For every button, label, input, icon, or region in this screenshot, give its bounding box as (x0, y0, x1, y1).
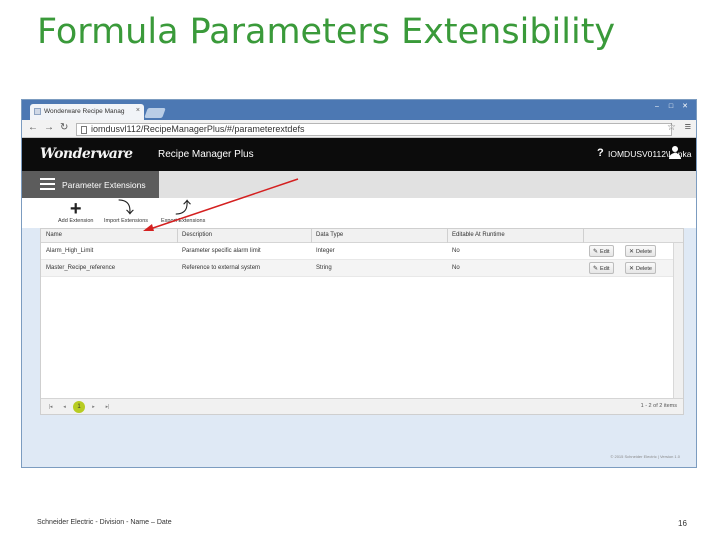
toolbar: + Add Extension ⤵ Import Extensions ⤴ Ex… (22, 198, 696, 228)
close-icon: ✕ (629, 249, 635, 255)
cell-description: Parameter specific alarm limit (182, 248, 261, 254)
url-input[interactable]: iomdusvl112/RecipeManagerPlus/#/paramete… (76, 123, 672, 136)
delete-label: Delete (636, 266, 652, 272)
slide-title: Formula Parameters Extensibility (37, 12, 616, 52)
column-header-data-type[interactable]: Data Type (316, 232, 343, 238)
browser-window: Wonderware Recipe Manag × – □ ✕ ← → ↻ io… (21, 99, 697, 468)
tab-close-icon[interactable]: × (136, 107, 140, 114)
copyright-text: © 2015 Schneider Electric | Version 1.0 (610, 454, 680, 459)
app-title: Recipe Manager Plus (158, 149, 254, 160)
pencil-icon: ✎ (593, 266, 599, 272)
column-header-editable[interactable]: Editable At Runtime (452, 232, 505, 238)
delete-button[interactable]: ✕ Delete (625, 262, 656, 274)
user-icon[interactable] (669, 146, 681, 160)
next-page-icon[interactable]: ▸ (89, 403, 98, 412)
window-controls: – □ ✕ (652, 102, 690, 112)
cell-name: Master_Recipe_reference (46, 265, 116, 271)
export-extensions-button[interactable]: ⤴ Export Extensions (161, 200, 205, 224)
add-extension-button[interactable]: + Add Extension (58, 198, 94, 224)
table-row[interactable]: Alarm_High_Limit Parameter specific alar… (41, 243, 673, 260)
url-text: iomdusvl112/RecipeManagerPlus/#/paramete… (91, 124, 305, 134)
new-tab-button[interactable] (144, 108, 166, 118)
maximize-button[interactable]: □ (666, 102, 676, 112)
current-page-button[interactable]: 1 (73, 401, 85, 413)
menu-icon[interactable]: ≡ (685, 121, 691, 133)
reload-icon[interactable]: ↻ (60, 122, 68, 133)
section-tab-parameter-extensions[interactable]: Parameter Extensions (22, 171, 159, 198)
pager-info: 1 - 2 of 2 items (640, 403, 677, 409)
grid-header: Name Description Data Type Editable At R… (41, 229, 683, 243)
pencil-icon: ✎ (593, 249, 599, 255)
import-extensions-label: Import Extensions (104, 218, 149, 224)
page-favicon-icon (34, 108, 41, 115)
import-icon: ⤵ (118, 200, 135, 217)
export-extensions-label: Export Extensions (161, 218, 206, 224)
section-label: Parameter Extensions (62, 180, 146, 190)
hamburger-menu-icon[interactable] (40, 178, 55, 190)
first-page-icon[interactable]: |◂ (46, 403, 55, 412)
previous-page-icon[interactable]: ◂ (60, 403, 69, 412)
cell-data-type: Integer (316, 248, 335, 254)
edit-button[interactable]: ✎ Edit (589, 262, 614, 274)
wonderware-logo: Wonderware (40, 146, 133, 162)
tab-title: Wonderware Recipe Manag (44, 108, 125, 115)
edit-button[interactable]: ✎ Edit (589, 245, 614, 257)
close-window-button[interactable]: ✕ (680, 102, 690, 112)
app-header: Wonderware Recipe Manager Plus ? IOMDUSV… (22, 138, 696, 171)
cell-editable: No (452, 265, 460, 271)
address-bar: ← → ↻ iomdusvl112/RecipeManagerPlus/#/pa… (22, 120, 696, 138)
cell-data-type: String (316, 265, 332, 271)
pager: |◂ ◂ 1 ▸ ▸| 1 - 2 of 2 items (41, 398, 683, 414)
help-icon[interactable]: ? (597, 147, 604, 159)
edit-label: Edit (600, 249, 610, 255)
close-icon: ✕ (629, 266, 635, 272)
page-number: 16 (678, 519, 687, 528)
last-page-icon[interactable]: ▸| (103, 403, 112, 412)
cell-editable: No (452, 248, 460, 254)
column-divider (583, 229, 584, 243)
browser-tab-bar: Wonderware Recipe Manag × – □ ✕ (22, 100, 696, 120)
arrow-left-icon[interactable]: ← (28, 122, 38, 133)
column-divider (447, 229, 448, 243)
slide-footer: Schneider Electric - Division - Name – D… (37, 519, 172, 526)
column-header-name[interactable]: Name (46, 232, 62, 238)
column-divider (311, 229, 312, 243)
cell-description: Reference to external system (182, 265, 261, 271)
delete-label: Delete (636, 249, 652, 255)
section-header: Parameter Extensions (22, 171, 696, 198)
extensions-grid: Name Description Data Type Editable At R… (40, 228, 684, 415)
arrow-right-icon[interactable]: → (44, 122, 54, 133)
page-icon (81, 126, 87, 134)
table-row[interactable]: Master_Recipe_reference Reference to ext… (41, 260, 673, 277)
star-icon[interactable]: ☆ (667, 122, 676, 133)
edit-label: Edit (600, 266, 610, 272)
vertical-scrollbar[interactable] (673, 243, 683, 400)
add-extension-label: Add Extension (58, 218, 94, 224)
export-icon: ⤴ (175, 200, 192, 217)
cell-name: Alarm_High_Limit (46, 248, 94, 254)
column-header-description[interactable]: Description (182, 232, 212, 238)
plus-icon: + (69, 198, 82, 220)
delete-button[interactable]: ✕ Delete (625, 245, 656, 257)
minimize-button[interactable]: – (652, 102, 662, 112)
import-extensions-button[interactable]: ⤵ Import Extensions (104, 200, 148, 224)
column-divider (177, 229, 178, 243)
browser-tab[interactable]: Wonderware Recipe Manag × (30, 104, 144, 120)
